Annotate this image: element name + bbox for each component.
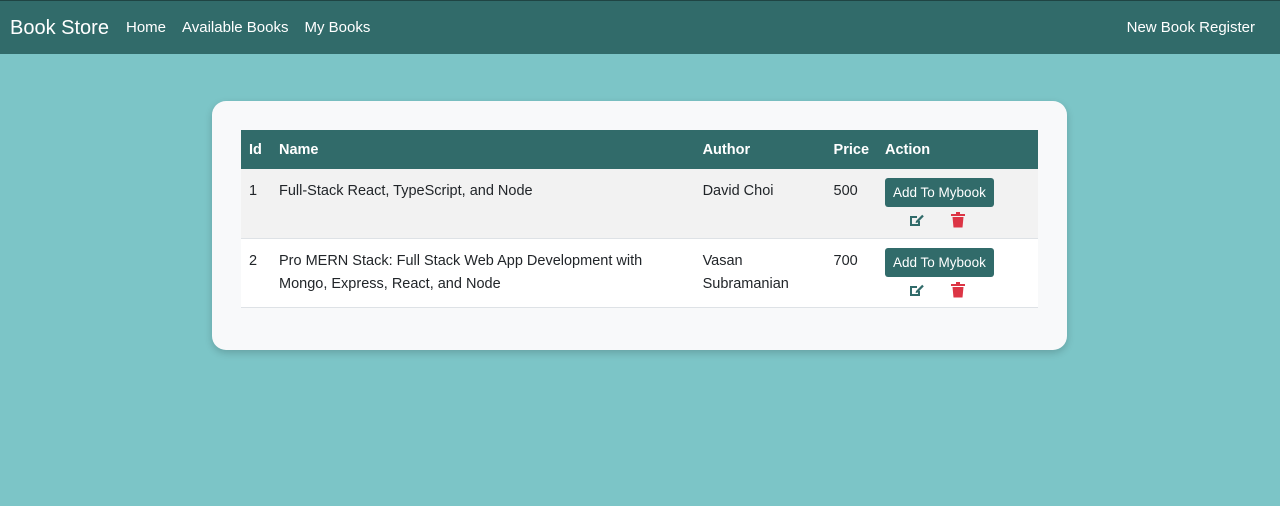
cell-price: 700 xyxy=(833,252,858,269)
books-table: Id Name Author Price Action 1 Full-Stack… xyxy=(241,130,1038,308)
header-action: Action xyxy=(885,141,931,158)
nav-link-new-book-register[interactable]: New Book Register xyxy=(1127,19,1255,37)
cell-price: 500 xyxy=(833,183,858,199)
edit-icon[interactable] xyxy=(907,211,925,229)
nav-link-home[interactable]: Home xyxy=(126,19,166,37)
table-row: 1 Full-Stack React, TypeScript, and Node… xyxy=(241,169,1038,238)
header-author: Author xyxy=(702,141,751,158)
header-price: Price xyxy=(833,141,870,158)
cell-name: Full-Stack React, TypeScript, and Node xyxy=(278,183,533,199)
row-icons xyxy=(885,279,1030,301)
books-card: Id Name Author Price Action 1 Full-Stack… xyxy=(212,101,1067,350)
cell-action: Add To Mybook xyxy=(877,169,1038,238)
cell-name: Pro MERN Stack: Full Stack Web App Devel… xyxy=(278,252,643,293)
cell-action: Add To Mybook xyxy=(877,238,1038,307)
cell-id: 2 xyxy=(249,252,258,269)
add-to-mybook-button[interactable]: Add To Mybook xyxy=(885,178,994,207)
row-icons xyxy=(885,209,1030,231)
table-header-row: Id Name Author Price Action xyxy=(241,130,1038,169)
brand-link[interactable]: Book Store xyxy=(10,16,109,40)
cell-author: Vasan Subramanian xyxy=(702,252,789,293)
nav-links: Home Available Books My Books xyxy=(126,19,386,37)
navbar: Book Store Home Available Books My Books… xyxy=(0,0,1280,54)
cell-id: 1 xyxy=(249,183,258,199)
nav-link-available-books[interactable]: Available Books xyxy=(182,19,288,37)
trash-icon[interactable] xyxy=(949,281,967,299)
nav-link-my-books[interactable]: My Books xyxy=(304,19,370,37)
table-row: 2 Pro MERN Stack: Full Stack Web App Dev… xyxy=(241,238,1038,307)
header-id: Id xyxy=(249,141,262,158)
trash-icon[interactable] xyxy=(949,211,967,229)
add-to-mybook-button[interactable]: Add To Mybook xyxy=(885,247,994,277)
cell-author: David Choi xyxy=(702,183,774,199)
edit-icon[interactable] xyxy=(907,281,925,299)
header-name: Name xyxy=(278,141,319,158)
